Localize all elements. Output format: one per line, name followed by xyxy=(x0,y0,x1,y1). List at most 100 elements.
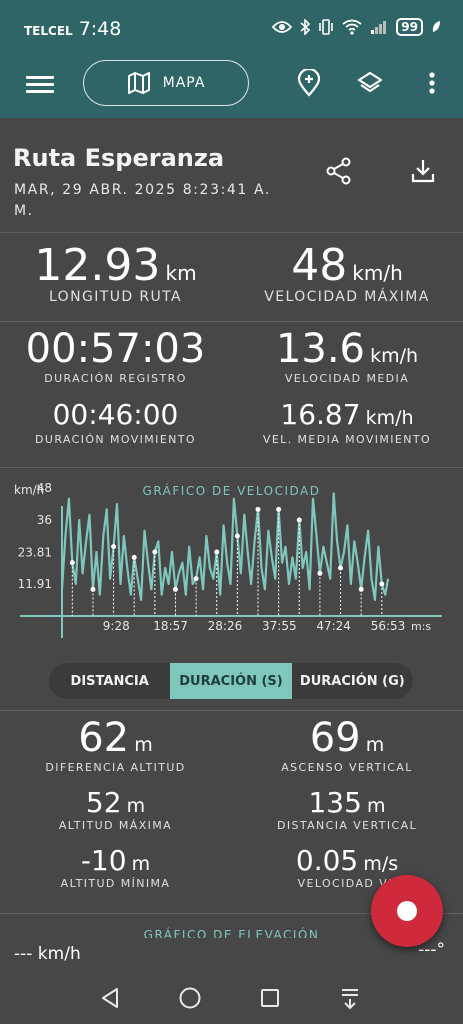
map-button[interactable]: MAPA xyxy=(83,60,249,106)
battery-indicator: 99 xyxy=(396,18,423,36)
stat-moving-avg-speed: 16.87 km/h VEL. MEDIA MOVIMIENTO xyxy=(231,398,463,446)
stat-unit: km/h xyxy=(370,345,419,367)
layers-icon xyxy=(357,71,383,93)
tab-duration-s[interactable]: DURACIÓN (S) xyxy=(170,663,292,699)
hide-nav-button[interactable] xyxy=(338,986,364,1012)
hide-nav-icon xyxy=(342,989,358,1010)
carrier-label: TELCEL xyxy=(24,24,73,38)
stat-label: DURACIÓN REGISTRO xyxy=(44,372,187,385)
recents-button[interactable] xyxy=(258,986,284,1012)
pause-marker-dot xyxy=(131,554,137,560)
add-location-icon xyxy=(297,69,321,97)
map-button-label: MAPA xyxy=(162,75,206,91)
pause-marker-dot xyxy=(338,565,344,571)
stat-max-altitude: 52 m ALTITUD MÁXIMA xyxy=(0,786,231,832)
pause-marker-dot xyxy=(172,586,178,592)
stat-label: ASCENSO VERTICAL xyxy=(281,761,413,774)
stat-label: VELOCIDAD MÁXIMA xyxy=(264,289,430,305)
stat-unit: m xyxy=(367,795,386,817)
overflow-menu-button[interactable] xyxy=(418,69,446,97)
bluetooth-icon xyxy=(300,19,311,35)
menu-button[interactable] xyxy=(26,73,54,101)
add-location-button[interactable] xyxy=(295,69,323,97)
stat-label: DISTANCIA VERTICAL xyxy=(276,819,418,832)
record-button[interactable] xyxy=(371,875,443,947)
stat-value: 00:57:03 xyxy=(25,326,206,372)
stat-unit: km/h xyxy=(365,407,414,429)
stat-value: 52 xyxy=(85,786,122,819)
live-speed: --- km/h xyxy=(14,944,81,964)
y-tick-label: 23.81 xyxy=(18,546,52,560)
status-left: TELCEL 7:48 xyxy=(24,18,121,40)
stat-label: ALTITUD MÁXIMA xyxy=(58,819,173,832)
stat-record-duration: 00:57:03 DURACIÓN REGISTRO xyxy=(0,326,231,385)
map-icon xyxy=(127,72,150,94)
pause-marker-dot xyxy=(69,560,75,566)
x-axis-unit-label: m:s xyxy=(411,620,431,633)
speed-series-line xyxy=(60,492,390,602)
x-tick-label: 37:55 xyxy=(262,619,297,633)
stat-unit: m/s xyxy=(363,853,399,875)
stat-unit: km/h xyxy=(352,261,403,285)
stat-label: VELOCIDAD MEDIA xyxy=(284,372,410,385)
stat-moving-duration: 00:46:00 DURACIÓN MOVIMIENTO xyxy=(0,398,231,446)
tab-duration-g[interactable]: DURACIÓN (G) xyxy=(292,663,413,699)
share-icon xyxy=(326,157,351,185)
status-icons: 99 xyxy=(272,18,441,36)
layers-button[interactable] xyxy=(356,69,384,97)
x-tick-label: 9:28 xyxy=(103,619,130,633)
stat-unit: m xyxy=(134,734,153,756)
menu-icon-line xyxy=(26,90,54,93)
stat-altitude-difference: 62 m DIFERENCIA ALTITUD xyxy=(0,715,231,774)
menu-icon-line xyxy=(26,76,54,79)
stat-value: 13.6 xyxy=(275,326,365,372)
pause-marker-dot xyxy=(255,506,261,512)
leaf-icon xyxy=(432,21,440,32)
route-title: Ruta Esperanza xyxy=(13,144,225,172)
share-button[interactable] xyxy=(324,156,354,186)
pause-marker-dot xyxy=(317,570,323,576)
stat-unit: m xyxy=(126,795,146,817)
stat-unit: m xyxy=(131,853,151,875)
stat-label: ALTITUD MÍNIMA xyxy=(60,877,171,890)
home-button[interactable] xyxy=(178,986,204,1012)
x-tick-label: 47:24 xyxy=(316,619,351,633)
route-date: MAR, 29 ABR. 2025 8:23:41 A. M. xyxy=(14,182,271,219)
home-icon xyxy=(179,987,201,1009)
menu-icon-line xyxy=(26,83,54,86)
stat-avg-speed: 13.6 km/h VELOCIDAD MEDIA xyxy=(231,326,463,385)
download-button[interactable] xyxy=(408,156,438,186)
back-button[interactable] xyxy=(98,986,124,1012)
stat-max-speed: 48 km/h VELOCIDAD MÁXIMA xyxy=(231,240,463,305)
divider xyxy=(0,232,463,233)
stat-label: DURACIÓN MOVIMIENTO xyxy=(35,433,196,446)
pause-marker-dot xyxy=(214,549,220,555)
stat-value: 48 xyxy=(291,240,348,291)
stat-value: -10 xyxy=(80,844,127,877)
y-tick-label: 36 xyxy=(37,513,52,527)
stat-route-length: 12.93 km LONGITUD RUTA xyxy=(0,240,231,305)
y-tick-label: 11.91 xyxy=(18,577,52,591)
divider xyxy=(0,710,463,711)
pause-marker-dot xyxy=(276,506,282,512)
signal-icon xyxy=(371,21,387,34)
pause-marker-dot xyxy=(193,576,199,582)
stat-unit: km xyxy=(165,261,197,285)
stat-label: LONGITUD RUTA xyxy=(48,289,183,305)
record-icon xyxy=(397,901,417,921)
chart-mode-selector: DISTANCIA DURACIÓN (S) DURACIÓN (G) xyxy=(49,663,413,699)
stat-unit: m xyxy=(365,734,385,756)
more-vert-icon xyxy=(429,72,435,94)
stat-value: 135 xyxy=(308,786,362,819)
wifi-icon xyxy=(342,19,362,35)
recents-icon xyxy=(261,989,279,1007)
stat-label: VEL. MEDIA MOVIMIENTO xyxy=(262,433,432,446)
speed-chart-plot: 48 36 23.81 11.91 9:28 18:57 28:26 37:55 47:24 56… xyxy=(18,481,406,633)
pause-marker-dot xyxy=(90,586,96,592)
stat-value: 0.05 xyxy=(295,844,359,877)
pause-marker-dot xyxy=(379,581,385,587)
eye-icon xyxy=(272,21,293,33)
tab-distance[interactable]: DISTANCIA xyxy=(49,663,170,699)
stat-value: 62 xyxy=(78,715,130,761)
vibrate-icon xyxy=(319,19,334,35)
